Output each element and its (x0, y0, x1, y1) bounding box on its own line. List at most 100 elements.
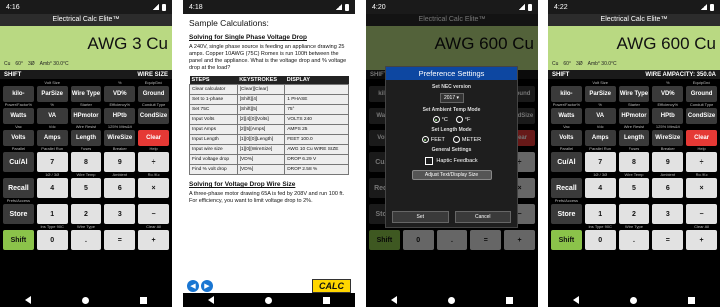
radio-unselected-icon (455, 116, 463, 123)
key-9[interactable]: 9 (104, 152, 136, 172)
condsize-key[interactable]: CondSize (686, 108, 717, 124)
back-icon[interactable] (25, 296, 32, 304)
cancel-button[interactable]: Cancel (454, 211, 511, 223)
recall-key[interactable]: Recall (551, 178, 582, 198)
signal-icon (519, 4, 525, 10)
key-3[interactable]: 3 (104, 204, 136, 224)
volts-key[interactable]: Volts (3, 130, 34, 146)
length-key[interactable]: Length (618, 130, 650, 146)
home-icon[interactable] (81, 296, 89, 304)
store-key[interactable]: Store (551, 204, 582, 224)
hpmotor-key[interactable]: HPmotor (618, 108, 650, 124)
clear-key[interactable]: Clear (138, 130, 169, 146)
recents-icon[interactable] (505, 296, 513, 304)
equals-key[interactable]: = (652, 230, 684, 250)
equals-key[interactable]: = (104, 230, 136, 250)
volts-key[interactable]: Volts (551, 130, 582, 146)
clear-key[interactable]: Clear (686, 130, 717, 146)
vd-key[interactable]: VD% (652, 86, 684, 102)
wiresize-key[interactable]: WireSize (104, 130, 136, 146)
key-3[interactable]: 3 (652, 204, 684, 224)
key-8[interactable]: 8 (618, 152, 650, 172)
display-mode-temp: 60° (563, 61, 571, 67)
minus-key[interactable]: − (686, 204, 717, 224)
parsize-key[interactable]: ParSize (584, 86, 616, 102)
wire-type-key[interactable]: Wire Type (70, 86, 102, 102)
va-key[interactable]: VA (36, 108, 68, 124)
key-2[interactable]: 2 (70, 204, 102, 224)
back-icon[interactable] (391, 296, 398, 304)
watts-key[interactable]: Watts (551, 108, 582, 124)
recall-key[interactable]: Recall (3, 178, 34, 198)
key-2[interactable]: 2 (618, 204, 650, 224)
display-value: AWG 600 Cu (616, 34, 716, 53)
multiply-key[interactable]: × (686, 178, 717, 198)
hptb-key[interactable]: HPtb (652, 108, 684, 124)
key-4[interactable]: 4 (584, 178, 616, 198)
next-arrow-icon[interactable]: ▶ (201, 280, 213, 292)
decimal-key[interactable]: . (70, 230, 102, 250)
divide-key[interactable]: ÷ (138, 152, 169, 172)
recents-icon[interactable] (139, 296, 147, 304)
radio-fahrenheit[interactable]: °F (455, 116, 470, 123)
kilo-key[interactable]: kilo- (551, 86, 582, 102)
plus-key[interactable]: + (686, 230, 717, 250)
multiply-key[interactable]: × (138, 178, 169, 198)
radio-feet[interactable]: FEET (421, 136, 445, 143)
va-key[interactable]: VA (584, 108, 616, 124)
minus-key[interactable]: − (138, 204, 169, 224)
key-0[interactable]: 0 (36, 230, 68, 250)
back-icon[interactable] (208, 296, 215, 304)
length-key[interactable]: Length (70, 130, 102, 146)
key-7[interactable]: 7 (36, 152, 68, 172)
back-icon[interactable] (573, 296, 580, 304)
key-8[interactable]: 8 (70, 152, 102, 172)
decimal-key[interactable]: . (618, 230, 650, 250)
home-icon[interactable] (447, 296, 455, 304)
adjust-size-button[interactable]: Adjust Text/Display Size (411, 170, 492, 180)
prev-arrow-icon[interactable]: ◀ (187, 280, 199, 292)
haptic-checkbox[interactable]: Haptic Feedback (386, 157, 517, 165)
ground-key[interactable]: Ground (138, 86, 169, 102)
key-5[interactable]: 5 (618, 178, 650, 198)
radio-celsius[interactable]: °C (432, 116, 448, 123)
recents-icon[interactable] (687, 296, 695, 304)
shift-key[interactable]: Shift (3, 230, 34, 250)
key-1[interactable]: 1 (584, 204, 616, 224)
condsize-key[interactable]: CondSize (138, 108, 169, 124)
key-4[interactable]: 4 (36, 178, 68, 198)
display-mode-phase: 3Ø (27, 61, 35, 67)
hptb-key[interactable]: HPtb (104, 108, 136, 124)
doc-subheading-1: Solving for Single Phase Voltage Drop (189, 34, 307, 41)
parsize-key[interactable]: ParSize (36, 86, 68, 102)
wire-type-key[interactable]: Wire Type (618, 86, 650, 102)
divide-key[interactable]: ÷ (686, 152, 717, 172)
home-icon[interactable] (629, 296, 637, 304)
home-icon[interactable] (264, 296, 272, 304)
wiresize-key[interactable]: WireSize (652, 130, 684, 146)
recents-icon[interactable] (322, 296, 330, 304)
watts-key[interactable]: Watts (3, 108, 34, 124)
shift-key[interactable]: Shift (551, 230, 582, 250)
key-5[interactable]: 5 (70, 178, 102, 198)
store-key[interactable]: Store (3, 204, 34, 224)
calc-button[interactable]: CALC (312, 279, 351, 293)
amps-key[interactable]: Amps (36, 130, 68, 146)
cu-al-key[interactable]: Cu/Al (551, 152, 582, 172)
key-6[interactable]: 6 (104, 178, 136, 198)
radio-meter[interactable]: METER (452, 136, 481, 143)
key-7[interactable]: 7 (584, 152, 616, 172)
amps-key[interactable]: Amps (584, 130, 616, 146)
plus-key[interactable]: + (138, 230, 169, 250)
set-button[interactable]: Set (392, 211, 449, 223)
kilo-key[interactable]: kilo- (3, 86, 34, 102)
key-9[interactable]: 9 (652, 152, 684, 172)
cu-al-key[interactable]: Cu/Al (3, 152, 34, 172)
nec-version-select[interactable]: 2017 ▾ (439, 93, 464, 103)
ground-key[interactable]: Ground (686, 86, 717, 102)
key-0[interactable]: 0 (584, 230, 616, 250)
vd-key[interactable]: VD% (104, 86, 136, 102)
key-6[interactable]: 6 (652, 178, 684, 198)
hpmotor-key[interactable]: HPmotor (70, 108, 102, 124)
key-1[interactable]: 1 (36, 204, 68, 224)
